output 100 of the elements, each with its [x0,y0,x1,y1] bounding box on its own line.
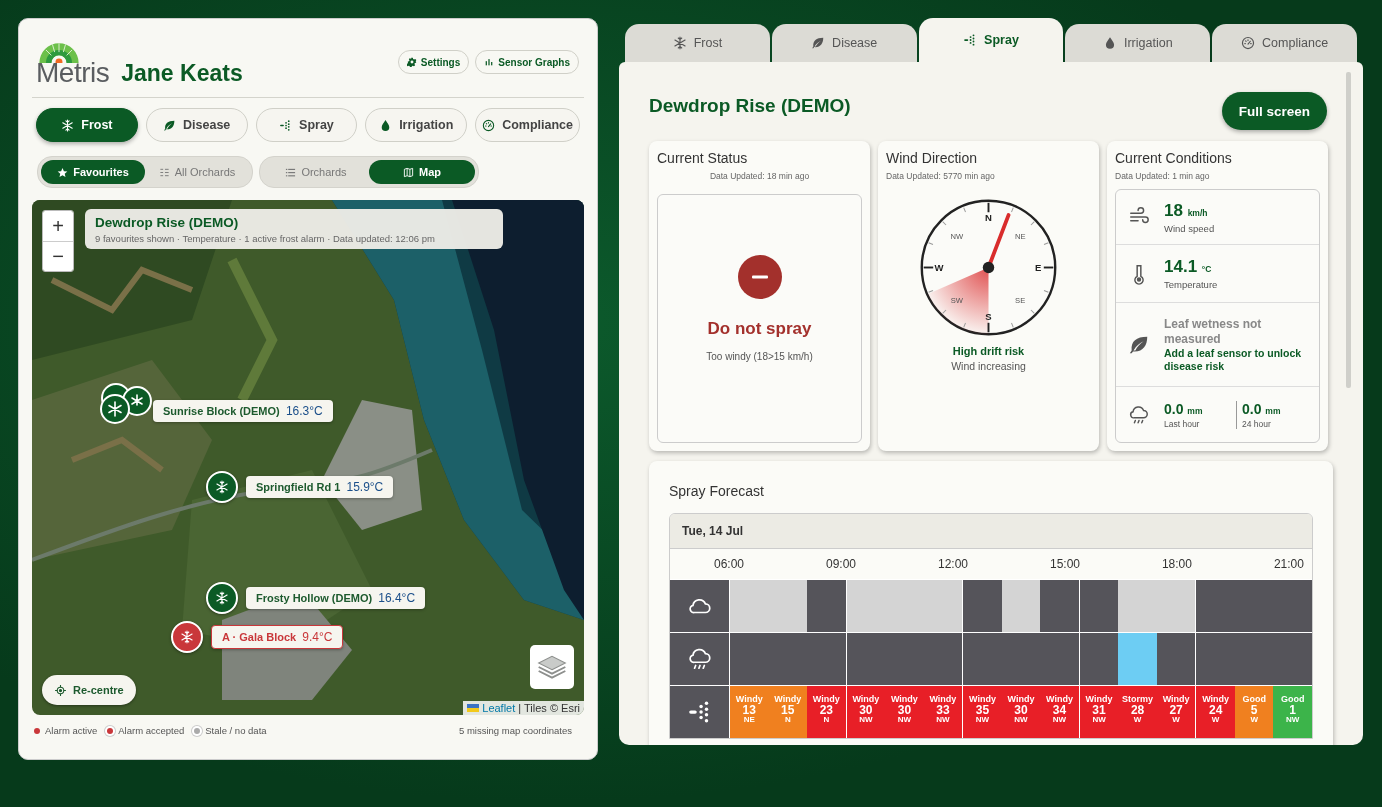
spray-cell: Windy 35 NW [962,686,1002,738]
missing-coordinates-note: 5 missing map coordinates [459,725,573,736]
spray-cell: Windy 30 NW [1001,686,1041,738]
module-tab[interactable]: Irrigation [1065,24,1211,62]
rain-cloud-icon [1128,403,1150,426]
legend-label: Alarm active [45,725,98,736]
metris-logo: Metris [36,39,110,87]
time-label: 06:00 [714,557,745,571]
spray-cell: Windy 33 NW [923,686,963,738]
leaf-icon [811,36,826,50]
module-button[interactable]: Frost [36,108,138,142]
spray-cell: Stormy 28 W [1118,686,1157,738]
zoom-in-button[interactable]: + [43,211,73,241]
list-icon [285,166,297,178]
drift-risk: High drift risk [951,345,1026,357]
re-centre-button[interactable]: Re-centre [42,675,136,705]
marker-label[interactable]: Frosty Hollow (DEMO) 16.4°C [246,587,426,609]
marker-cluster-drawing[interactable] [99,382,155,426]
spray-cell: Windy 30 NW [885,686,924,738]
module-tab[interactable]: Disease [771,24,917,62]
updated-time: Data Updated: 1 min ago [1115,171,1211,181]
rain-cloud-icon [686,646,713,672]
snowflake-icon [180,630,194,644]
reading-value: 18 km/h [1164,200,1209,221]
module-button[interactable]: Irrigation [365,108,468,142]
scrollbar[interactable] [1346,72,1351,388]
spray-verdict: Do not spray [707,319,812,339]
stop-icon [737,255,782,299]
updated-time: Data Updated: 18 min ago [708,171,811,181]
time-label: 18:00 [1161,557,1192,571]
time-label: 12:00 [937,557,968,571]
card-title: Spray Forecast [669,483,765,499]
spray-cell: Windy 31 NW [1078,686,1119,738]
leaf-icon [163,118,177,132]
reading-label: Temperature [1164,279,1218,290]
leaf-wetness-label: Leaf wetness not measured [1164,316,1263,347]
settings-icon [406,57,417,67]
gauge-icon [1241,36,1256,50]
module-button[interactable]: Compliance [475,108,580,142]
spray-cell: Windy 15 N [768,686,808,738]
spray-cell: Windy 23 N [807,686,846,738]
snowflake-icon [215,480,229,494]
card-title: Wind Direction [886,150,979,166]
zoom-out-button[interactable]: − [43,241,73,271]
spray-cell: Good 1 NW [1273,686,1312,738]
verdict-reason: Too windy (18>15 km/h) [706,351,813,362]
alarm-dot [107,727,114,734]
module-button[interactable]: Disease [145,108,248,142]
sensor-graphs-button[interactable]: Sensor Graphs [475,50,579,74]
legend-label: Alarm accepted [118,725,185,736]
snowflake-icon [61,118,75,132]
time-label: 21:00 [1273,557,1304,571]
snowflake-icon [672,36,687,50]
module-tab[interactable]: Spray [918,18,1064,62]
forecast-date: Tue, 14 Jul [670,514,1312,549]
stale-dot [194,727,201,734]
module-button[interactable]: Spray [255,108,358,142]
filter-option[interactable]: All Orchards [145,160,249,184]
settings-button[interactable]: Settings [397,50,470,74]
updated-time: Data Updated: 5770 min ago [886,171,996,181]
module-tab[interactable]: Frost [625,24,770,62]
spray-cell: Windy 34 NW [1040,686,1079,738]
spray-cell: Good 5 W [1234,686,1274,738]
tiles-credit: | Tiles © Esri [518,702,580,714]
reading-label: 24 hour [1242,418,1272,429]
grid-icon [158,166,170,178]
spray-cell: Windy 24 W [1195,686,1235,738]
marker-label[interactable]: Sunrise Block (DEMO) 16.3°C [153,400,333,422]
card-title: Current Conditions [1115,150,1233,166]
leaf-sensor-hint: Add a leaf sensor to unlock disease risk [1164,346,1303,373]
card-title: Current Status [657,150,749,166]
gauge-icon [482,118,496,132]
map-icon [403,166,414,178]
spray-cell: Windy 27 W [1156,686,1196,738]
reading-value: 0.0 mm [1242,400,1282,417]
marker-label[interactable]: Springfield Rd 1 15.9°C [246,476,394,498]
time-label: 09:00 [826,557,856,571]
module-tab[interactable]: Compliance [1212,24,1357,62]
snowflake-icon [215,591,229,605]
legend-label: Stale / no data [205,725,267,736]
layers-button[interactable] [530,645,574,689]
view-option[interactable]: Map [369,160,475,184]
star-icon [57,166,69,178]
marker-label[interactable]: A · Gala Block 9.4°C [211,625,344,649]
flag-icon [467,704,480,712]
reading-label: Wind speed [1164,222,1215,234]
time-label: 15:00 [1049,557,1080,571]
site-title: Dewdrop Rise (DEMO) [649,95,851,117]
bar-chart-icon [484,57,495,67]
full-screen-button[interactable]: Full screen [1221,92,1327,130]
crosshair-icon [54,683,67,697]
site-name: Dewdrop Rise (DEMO) [95,215,240,230]
alarm-dot [34,727,40,734]
spray-cell: Windy 13 NE [730,686,769,738]
view-option[interactable]: Orchards [263,160,369,184]
reading-value: 14.1 °C [1164,257,1213,277]
reading-label: Last hour [1164,418,1201,429]
leaflet-link[interactable]: Leaflet [482,702,516,714]
wind-trend: Wind increasing [950,360,1027,372]
filter-option[interactable]: Favourites [41,160,145,184]
